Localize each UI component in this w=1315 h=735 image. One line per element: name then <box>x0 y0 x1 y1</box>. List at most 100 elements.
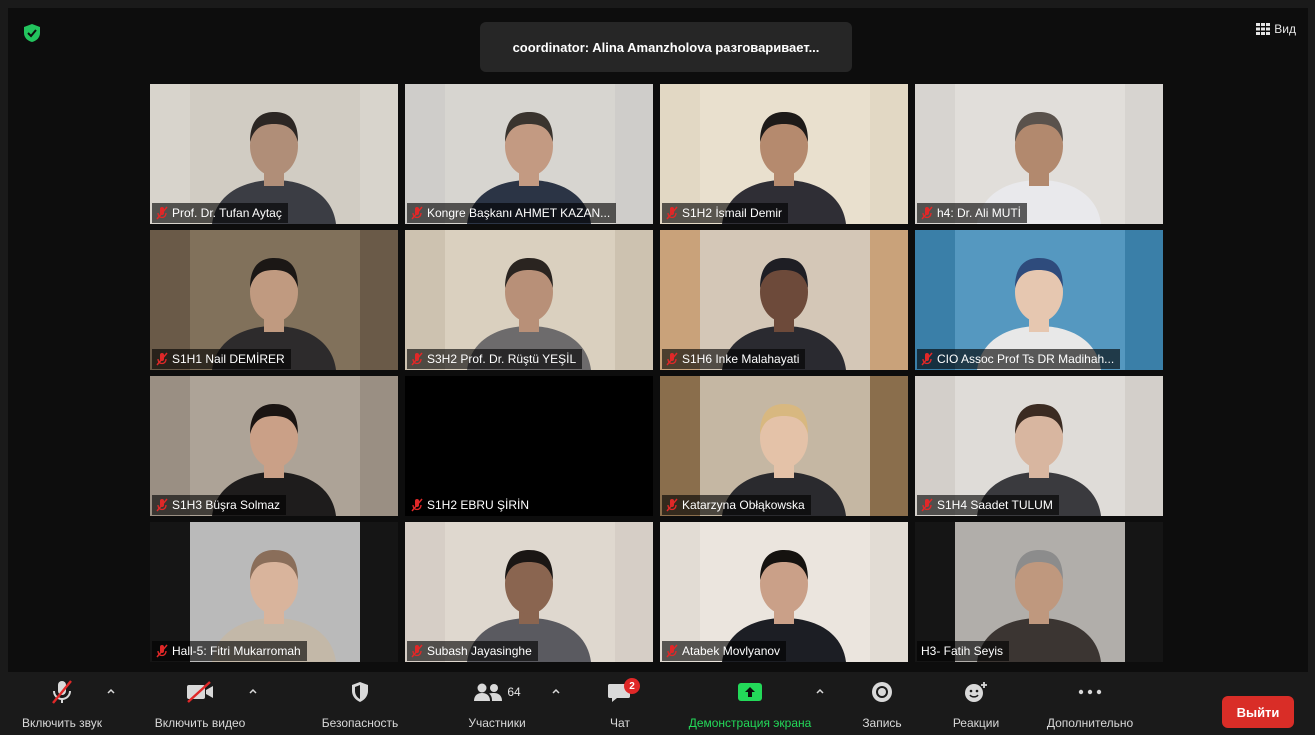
participant-name: CIO Assoc Prof Ts DR Madihah... <box>937 352 1115 366</box>
participant-video-tile[interactable]: S1H2 İsmail Demir <box>660 84 908 224</box>
participant-video-tile[interactable]: Hall-5: Fitri Mukarromah <box>150 522 398 662</box>
participant-name: Subash Jayasinghe <box>427 644 532 658</box>
more-dots-icon <box>1078 689 1102 695</box>
participant-name: S1H2 İsmail Demir <box>682 206 783 220</box>
security-label: Безопасность <box>321 716 399 730</box>
muted-microphone-icon <box>921 352 933 366</box>
participant-video-tile[interactable]: Katarzyna Obłąkowska <box>660 376 908 516</box>
chat-button[interactable]: 2 Чат <box>596 672 644 735</box>
leave-meeting-button[interactable]: Выйти <box>1222 696 1294 728</box>
muted-microphone-icon <box>666 644 678 658</box>
participants-count: 64 <box>507 685 521 699</box>
meeting-toolbar: Включить звук Включить видео Безопасност… <box>0 672 1315 735</box>
participant-video-tile[interactable]: S1H3 Büşra Solmaz <box>150 376 398 516</box>
share-options-chevron-icon[interactable] <box>815 686 825 696</box>
participant-video-tile[interactable]: S1H2 EBRU ŞİRİN <box>405 376 653 516</box>
chat-unread-badge: 2 <box>624 678 640 694</box>
muted-microphone-icon <box>411 206 423 220</box>
participant-name-tag: Atabek Movlyanov <box>662 641 787 661</box>
participant-name-tag: S1H6 Inke Malahayati <box>662 349 806 369</box>
participant-name: S1H6 Inke Malahayati <box>682 352 800 366</box>
participant-video-tile[interactable]: Atabek Movlyanov <box>660 522 908 662</box>
muted-microphone-icon <box>411 352 423 366</box>
start-video-button[interactable]: Включить видео <box>140 672 260 735</box>
participant-name-tag: Subash Jayasinghe <box>407 641 538 661</box>
participant-name: S1H4 Saadet TULUM <box>937 498 1053 512</box>
security-shield-icon <box>352 682 368 702</box>
record-label: Запись <box>862 716 902 730</box>
participant-name: Hall-5: Fitri Mukarromah <box>172 644 301 658</box>
participants-button[interactable]: 64 Участники <box>447 672 547 735</box>
participant-video-tile[interactable]: S3H2 Prof. Dr. Rüştü YEŞİL <box>405 230 653 370</box>
participants-options-chevron-icon[interactable] <box>551 686 561 696</box>
participant-video-tile[interactable]: CIO Assoc Prof Ts DR Madihah... <box>915 230 1163 370</box>
muted-microphone-icon <box>921 206 933 220</box>
leave-label: Выйти <box>1236 704 1280 720</box>
video-camera-off-icon <box>187 681 213 703</box>
view-label: Вид <box>1274 22 1296 36</box>
participant-name-tag: Hall-5: Fitri Mukarromah <box>152 641 307 661</box>
muted-microphone-icon <box>156 498 168 512</box>
participant-video-tile[interactable]: Kongre Başkanı AHMET KAZAN... <box>405 84 653 224</box>
more-label: Дополнительно <box>1046 716 1134 730</box>
participant-video-tile[interactable]: H3- Fatih Seyis <box>915 522 1163 662</box>
participant-name-tag: S1H1 Nail DEMİRER <box>152 349 291 369</box>
participants-label: Участники <box>468 716 526 730</box>
muted-microphone-icon <box>156 644 168 658</box>
participant-name-tag: Katarzyna Obłąkowska <box>662 495 811 515</box>
more-button[interactable]: Дополнительно <box>1030 672 1150 735</box>
unmute-label: Включить звук <box>21 716 103 730</box>
participant-name: Katarzyna Obłąkowska <box>682 498 805 512</box>
participant-name: Kongre Başkanı AHMET KAZAN... <box>427 206 611 220</box>
participant-name: Atabek Movlyanov <box>682 644 781 658</box>
participant-name-tag: h4: Dr. Ali MUTİ <box>917 203 1028 223</box>
participant-name-tag: Kongre Başkanı AHMET KAZAN... <box>407 203 617 223</box>
muted-microphone-icon <box>666 498 678 512</box>
muted-microphone-icon <box>666 352 678 366</box>
record-button[interactable]: Запись <box>852 672 912 735</box>
reaction-emoji-icon <box>965 682 987 702</box>
active-speaker-text: coordinator: Alina Amanzholova разговари… <box>512 39 820 55</box>
participant-name-tag: S1H4 Saadet TULUM <box>917 495 1059 515</box>
participant-name-tag: S1H2 İsmail Demir <box>662 203 789 223</box>
grid-view-icon <box>1256 23 1271 35</box>
video-options-chevron-icon[interactable] <box>248 686 258 696</box>
reactions-button[interactable]: Реакции <box>940 672 1012 735</box>
audio-options-chevron-icon[interactable] <box>106 686 116 696</box>
participant-name-tag: CIO Assoc Prof Ts DR Madihah... <box>917 349 1121 369</box>
video-grid: Prof. Dr. Tufan Aytaç Kongre Başkanı AHME… <box>150 84 1163 662</box>
record-icon <box>872 682 892 702</box>
muted-microphone-icon <box>156 206 168 220</box>
participant-name: S3H2 Prof. Dr. Rüştü YEŞİL <box>427 352 577 366</box>
participant-name: H3- Fatih Seyis <box>921 644 1004 658</box>
unmute-button[interactable]: Включить звук <box>12 672 112 735</box>
participant-video-tile[interactable]: S1H4 Saadet TULUM <box>915 376 1163 516</box>
microphone-muted-icon <box>52 680 72 704</box>
participant-name: S1H1 Nail DEMİRER <box>172 352 285 366</box>
participant-video-tile[interactable]: S1H6 Inke Malahayati <box>660 230 908 370</box>
participant-name-tag: H3- Fatih Seyis <box>917 641 1010 661</box>
reactions-label: Реакции <box>952 716 1000 730</box>
muted-microphone-icon <box>156 352 168 366</box>
participant-name-tag: S1H2 EBRU ŞİRİN <box>407 495 536 515</box>
participant-video-tile[interactable]: S1H1 Nail DEMİRER <box>150 230 398 370</box>
muted-microphone-icon <box>921 498 933 512</box>
share-screen-button[interactable]: Демонстрация экрана <box>670 672 830 735</box>
participant-name: h4: Dr. Ali MUTİ <box>937 206 1022 220</box>
participants-icon <box>474 683 503 701</box>
participant-video-tile[interactable]: h4: Dr. Ali MUTİ <box>915 84 1163 224</box>
muted-microphone-icon <box>666 206 678 220</box>
start-video-label: Включить видео <box>154 716 246 730</box>
encryption-shield-icon[interactable] <box>22 23 42 43</box>
participant-video-tile[interactable]: Prof. Dr. Tufan Aytaç <box>150 84 398 224</box>
participant-video-tile[interactable]: Subash Jayasinghe <box>405 522 653 662</box>
chat-label: Чат <box>610 716 630 730</box>
security-button[interactable]: Безопасность <box>305 672 415 735</box>
view-button[interactable]: Вид <box>1256 22 1296 36</box>
share-screen-arrow-icon <box>738 683 762 701</box>
participant-name-tag: S1H3 Büşra Solmaz <box>152 495 287 515</box>
participant-name: S1H2 EBRU ŞİRİN <box>427 498 530 512</box>
muted-microphone-icon <box>411 644 423 658</box>
muted-microphone-icon <box>411 498 423 512</box>
active-speaker-banner: coordinator: Alina Amanzholova разговари… <box>480 22 852 72</box>
